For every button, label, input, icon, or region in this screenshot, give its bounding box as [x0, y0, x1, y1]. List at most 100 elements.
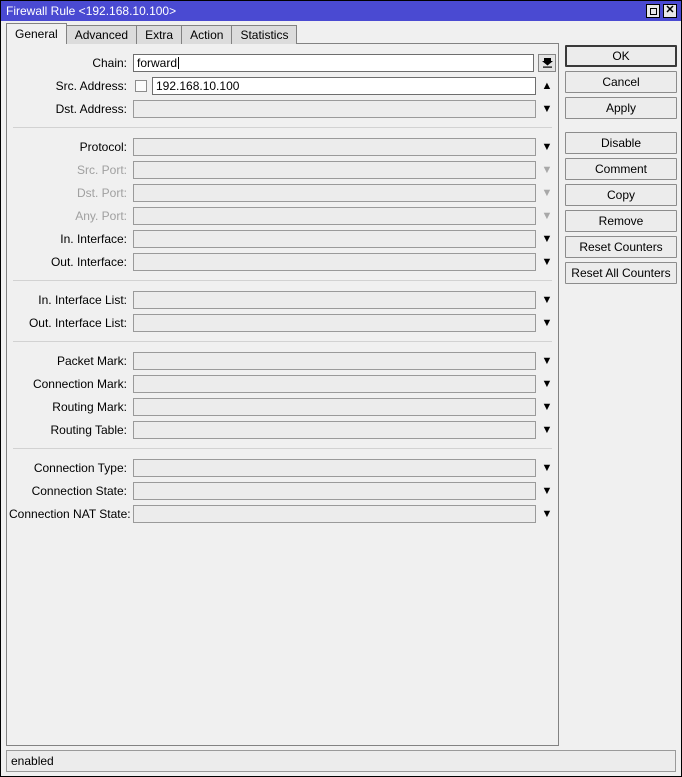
- window-body: Chain: forward Src. Address: 192.168.10.100…: [1, 43, 681, 746]
- input-connection-nat-state[interactable]: [133, 504, 536, 523]
- tab-advanced[interactable]: Advanced: [65, 25, 138, 44]
- input-dst-address[interactable]: [133, 99, 536, 118]
- field-wrapper: ▼: [133, 458, 558, 477]
- field-wrapper: ▼: [133, 351, 558, 370]
- input-packet-mark[interactable]: [133, 351, 536, 370]
- window-title: Firewall Rule <192.168.10.100>: [6, 4, 177, 18]
- tab-statistics[interactable]: Statistics: [231, 25, 298, 44]
- input-routing-mark[interactable]: [133, 397, 536, 416]
- group-separator: [13, 341, 552, 342]
- chevron-down-icon[interactable]: ▼: [536, 100, 558, 118]
- form-row-connection-type: Connection Type: ▼: [7, 456, 558, 479]
- field-wrapper: ▼: [133, 374, 558, 393]
- maximize-icon[interactable]: [646, 4, 660, 18]
- text-cursor: [178, 56, 180, 69]
- chevron-down-icon[interactable]: ▼: [536, 421, 558, 439]
- chevron-down-icon: ▼: [541, 186, 553, 199]
- form-row-connection-nat-state: Connection NAT State: ▼: [7, 502, 558, 525]
- input-dst-port: [133, 183, 536, 202]
- label-connection-nat-state: Connection NAT State:: [9, 506, 131, 521]
- input-src-port: [133, 160, 536, 179]
- form-row-dst-address: Dst. Address: ▼: [7, 97, 558, 120]
- field-wrapper: ▼: [133, 229, 558, 248]
- status-text: enabled: [11, 754, 54, 768]
- button-group-gap: [565, 123, 677, 132]
- field-wrapper: ▼: [133, 313, 558, 332]
- tab-strip: General Advanced Extra Action Statistics: [1, 21, 681, 44]
- chevron-up-icon[interactable]: ▲: [536, 77, 558, 95]
- form-row-out-interface: Out. Interface: ▼: [7, 250, 558, 273]
- comment-button[interactable]: Comment: [565, 158, 677, 180]
- field-wrapper: ▼: [133, 206, 558, 225]
- reset-counters-button[interactable]: Reset Counters: [565, 236, 677, 258]
- chevron-down-icon[interactable]: ▼: [536, 291, 558, 309]
- input-value: forward: [137, 55, 178, 70]
- label-dst-address: Dst. Address:: [55, 101, 127, 116]
- copy-button[interactable]: Copy: [565, 184, 677, 206]
- tab-join-cap: [8, 43, 55, 44]
- field-wrapper: ▼: [133, 420, 558, 439]
- form-row-connection-state: Connection State: ▼: [7, 479, 558, 502]
- label-any-port: Any. Port:: [75, 208, 127, 223]
- remove-button[interactable]: Remove: [565, 210, 677, 232]
- tab-extra[interactable]: Extra: [136, 25, 183, 44]
- chevron-down-icon[interactable]: ▼: [536, 375, 558, 393]
- ok-button[interactable]: OK: [565, 45, 677, 67]
- tab-action[interactable]: Action: [181, 25, 233, 44]
- cancel-button[interactable]: Cancel: [565, 71, 677, 93]
- label-routing-mark: Routing Mark:: [52, 399, 127, 414]
- input-protocol[interactable]: [133, 137, 536, 156]
- field-wrapper: ▼: [133, 504, 558, 523]
- chevron-down-icon[interactable]: ▼: [536, 253, 558, 271]
- form-row-protocol: Protocol: ▼: [7, 135, 558, 158]
- input-value: 192.168.10.100: [156, 78, 240, 93]
- reset-all-counters-button[interactable]: Reset All Counters: [565, 262, 677, 284]
- field-wrapper: ▼: [133, 160, 558, 179]
- form-row-in-interface: In. Interface: ▼: [7, 227, 558, 250]
- chevron-down-icon: ▼: [541, 209, 553, 222]
- chevron-down-icon[interactable]: ▼: [536, 398, 558, 416]
- chevron-down-icon[interactable]: ▼: [536, 138, 558, 156]
- label-src-address: Src. Address:: [55, 78, 127, 93]
- general-form-panel: Chain: forward Src. Address: 192.168.10.100…: [6, 43, 559, 746]
- chevron-down-icon[interactable]: ▼: [536, 352, 558, 370]
- tab-general[interactable]: General: [6, 23, 67, 44]
- close-icon[interactable]: ✕: [663, 4, 677, 18]
- chevron-down-icon[interactable]: ▼: [536, 505, 558, 523]
- input-out-interface[interactable]: [133, 252, 536, 271]
- input-src-address[interactable]: 192.168.10.100: [152, 76, 536, 95]
- form-row-chain: Chain: forward: [7, 51, 558, 74]
- firewall-rule-window: Firewall Rule <192.168.10.100> ✕ General…: [0, 0, 682, 777]
- input-routing-table[interactable]: [133, 420, 536, 439]
- form-row-in-interface-list: In. Interface List: ▼: [7, 288, 558, 311]
- input-chain[interactable]: forward: [133, 53, 534, 72]
- form-row-connection-mark: Connection Mark: ▼: [7, 372, 558, 395]
- chevron-down-icon[interactable]: ▼: [536, 482, 558, 500]
- disable-button[interactable]: Disable: [565, 132, 677, 154]
- field-wrapper: forward: [133, 53, 558, 72]
- input-connection-type[interactable]: [133, 458, 536, 477]
- chevron-down-icon[interactable]: ▼: [536, 459, 558, 477]
- chevron-down-icon: ▼: [541, 163, 553, 176]
- input-in-interface-list[interactable]: [133, 290, 536, 309]
- group-separator: [13, 280, 552, 281]
- chevron-down-icon[interactable]: ▼: [536, 230, 558, 248]
- chevron-down-icon[interactable]: ▼: [536, 314, 558, 332]
- field-wrapper: ▼: [133, 252, 558, 271]
- input-out-interface-list[interactable]: [133, 313, 536, 332]
- field-wrapper: ▼: [133, 290, 558, 309]
- titlebar[interactable]: Firewall Rule <192.168.10.100> ✕: [1, 1, 681, 21]
- field-wrapper: ▼: [133, 183, 558, 202]
- apply-button[interactable]: Apply: [565, 97, 677, 119]
- input-connection-mark[interactable]: [133, 374, 536, 393]
- input-in-interface[interactable]: [133, 229, 536, 248]
- input-connection-state[interactable]: [133, 481, 536, 500]
- dropdown-button-icon[interactable]: [538, 53, 556, 72]
- tab-label: Action: [190, 28, 224, 42]
- field-wrapper: ▼: [133, 481, 558, 500]
- label-dst-port: Dst. Port:: [76, 185, 127, 200]
- label-src-port: Src. Port:: [76, 162, 127, 177]
- group-separator: [13, 448, 552, 449]
- label-connection-type: Connection Type:: [33, 460, 127, 475]
- checkbox-src-address[interactable]: [135, 79, 147, 92]
